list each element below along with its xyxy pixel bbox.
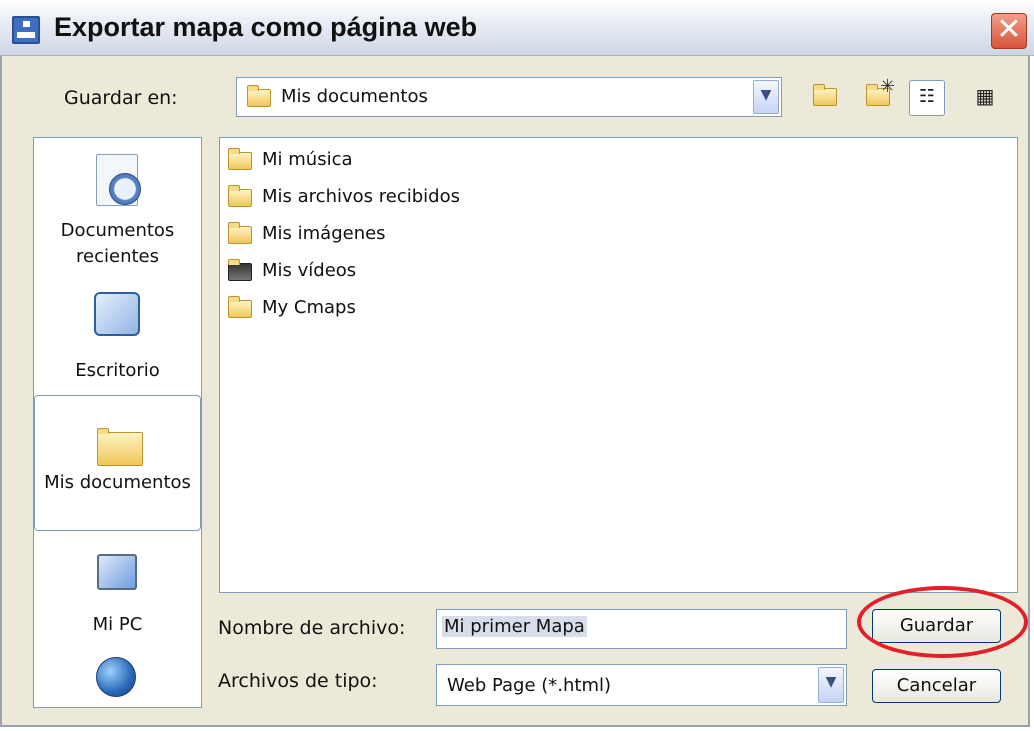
place-desktop[interactable]: Escritorio	[34, 280, 201, 390]
list-view-icon[interactable]: ☷	[909, 80, 945, 116]
place-label: Mi PC	[92, 614, 143, 635]
my-documents-folder-icon	[247, 85, 271, 107]
new-folder-icon[interactable]: ✳	[866, 76, 895, 106]
dialog-title: Exportar mapa como página web	[54, 12, 478, 42]
filename-value: Mi primer Mapa	[442, 616, 587, 637]
chevron-down-icon[interactable]: ▼	[753, 80, 779, 114]
up-folder-icon[interactable]	[812, 83, 838, 109]
filetype-label: Archivos de tipo:	[218, 670, 378, 692]
music-folder-icon	[228, 148, 252, 170]
place-network[interactable]	[34, 653, 201, 707]
file-name: Mis vídeos	[262, 260, 357, 281]
app-icon	[12, 16, 40, 44]
place-recent-documents[interactable]: Documentos recientes	[34, 148, 201, 278]
recent-documents-icon	[96, 154, 141, 206]
file-name: Mis archivos recibidos	[262, 186, 460, 207]
file-name: My Cmaps	[262, 297, 356, 318]
filetype-value: Web Page (*.html)	[447, 675, 612, 696]
network-places-icon	[96, 657, 136, 697]
highlight-ring	[857, 586, 1028, 658]
save-in-dropdown[interactable]: Mis documentos ▼	[236, 77, 782, 117]
place-label: Documentos	[60, 220, 175, 241]
place-label: Mis documentos	[44, 472, 191, 493]
title-bar[interactable]: Exportar mapa como página web ✕	[0, 0, 1034, 56]
pictures-folder-icon	[228, 222, 252, 244]
close-icon: ✕	[996, 12, 1022, 47]
folder-icon	[228, 185, 252, 207]
place-label: Escritorio	[75, 360, 160, 381]
chevron-down-icon[interactable]: ▼	[818, 667, 844, 703]
place-my-computer[interactable]: Mi PC	[34, 538, 201, 648]
place-my-documents[interactable]: Mis documentos	[34, 395, 201, 531]
cancel-button[interactable]: Cancelar	[872, 669, 1001, 703]
file-name: Mi música	[262, 149, 353, 170]
videos-folder-icon	[228, 259, 252, 281]
file-name: Mis imágenes	[262, 223, 386, 244]
place-label: recientes	[76, 246, 159, 267]
close-button[interactable]: ✕	[991, 13, 1027, 49]
save-in-value: Mis documentos	[281, 86, 428, 107]
desktop-icon	[94, 292, 140, 336]
filetype-dropdown[interactable]: Web Page (*.html) ▼	[436, 664, 847, 706]
my-documents-icon	[97, 428, 143, 466]
file-list[interactable]: Mi música Mis archivos recibidos Mis imá…	[219, 137, 1018, 593]
filename-label: Nombre de archivo:	[218, 617, 406, 639]
places-bar: Documentos recientes Escritorio Mis docu…	[33, 137, 202, 708]
folder-icon	[228, 296, 252, 318]
my-computer-icon	[97, 554, 137, 590]
save-in-label: Guardar en:	[64, 87, 178, 109]
filename-field[interactable]: Mi primer Mapa	[436, 609, 847, 649]
details-view-icon[interactable]: ▦	[972, 83, 998, 109]
